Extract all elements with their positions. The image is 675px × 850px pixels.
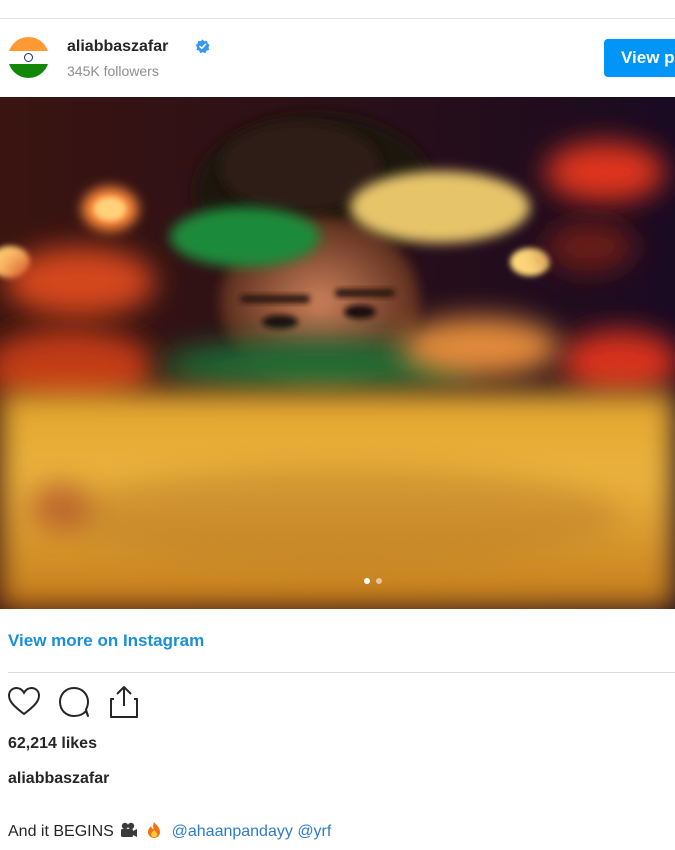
fire-icon: [147, 822, 160, 838]
caption-text: And it BEGINS: [8, 823, 114, 840]
post-image[interactable]: [0, 97, 675, 609]
share-icon[interactable]: [106, 684, 142, 720]
movie-camera-icon: [121, 822, 138, 837]
like-count: 62,214 likes: [8, 735, 97, 752]
mention-link[interactable]: @ahaanpandayy: [172, 823, 293, 840]
caption-author[interactable]: aliabbaszafar: [8, 770, 109, 788]
mid-divider: [8, 672, 675, 673]
username[interactable]: aliabbaszafar: [67, 38, 168, 56]
view-more-link[interactable]: View more on Instagram: [8, 631, 204, 651]
follower-count: 345K followers: [67, 63, 159, 79]
mention-link[interactable]: @yrf: [297, 823, 331, 840]
heart-icon[interactable]: [6, 684, 42, 720]
post-image-artwork: [0, 97, 675, 609]
post-header: aliabbaszafar 345K followers View profil…: [0, 19, 675, 97]
avatar[interactable]: [8, 37, 49, 78]
comment-icon[interactable]: [56, 684, 92, 720]
caption: And it BEGINS @ahaanpandayy @yrf: [8, 821, 331, 841]
carousel-dot: [376, 578, 382, 584]
verified-badge-icon: [195, 39, 210, 54]
view-profile-button[interactable]: View profile: [604, 39, 675, 77]
carousel-dot-active: [364, 578, 370, 584]
